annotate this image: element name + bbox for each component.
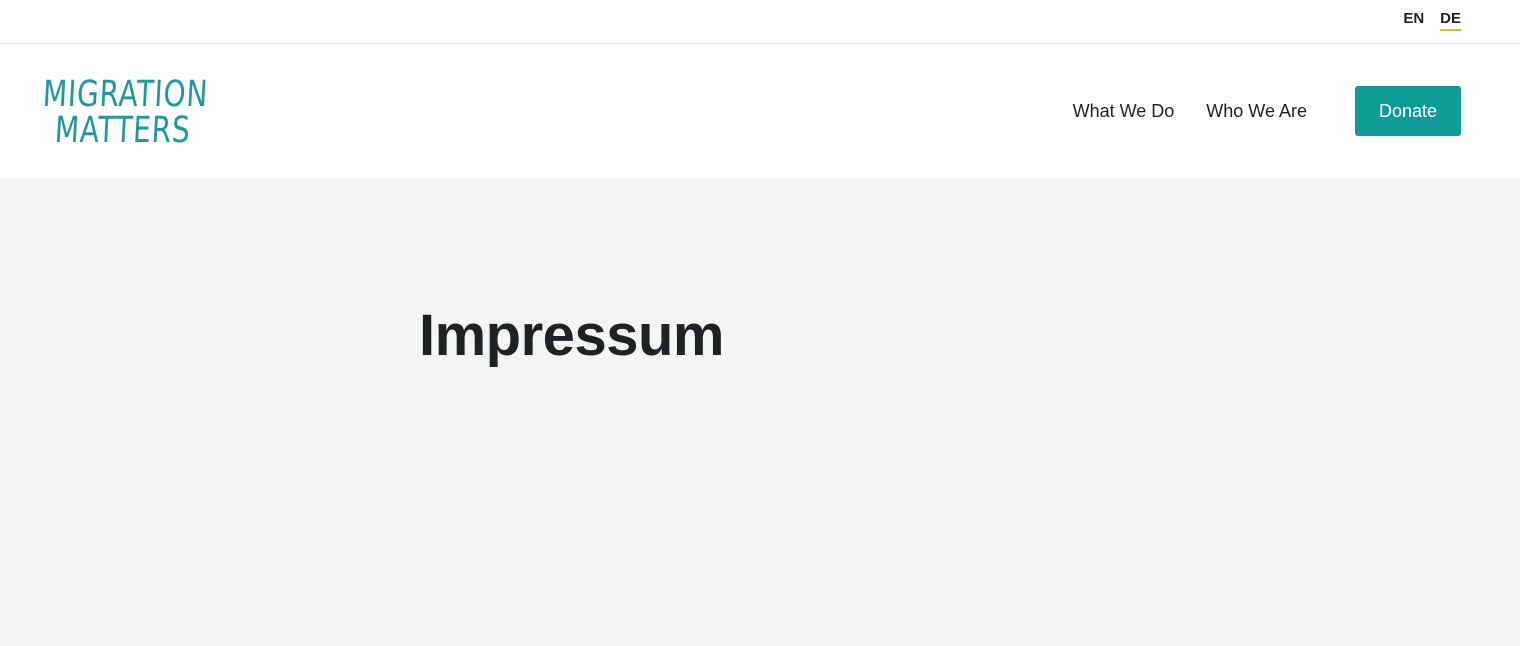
language-switcher: EN DE <box>1403 10 1461 31</box>
nav-link-what-we-do[interactable]: What We Do <box>1073 86 1175 136</box>
language-link-en[interactable]: EN <box>1403 10 1424 29</box>
language-bar: EN DE <box>0 0 1520 44</box>
migration-matters-logo[interactable]: MIGRATION MATTERS <box>41 72 224 152</box>
nav-link-who-we-are[interactable]: Who We Are <box>1206 86 1307 136</box>
logo-line-1: MIGRATION <box>41 74 210 115</box>
logo-line-2: MATTERS <box>53 110 192 151</box>
page-title: Impressum <box>419 303 724 368</box>
site-header: MIGRATION MATTERS What We Do Who We Are … <box>0 44 1520 179</box>
main-content: Impressum <box>0 179 1520 646</box>
language-link-de[interactable]: DE <box>1440 10 1461 31</box>
donate-button[interactable]: Donate <box>1355 86 1461 136</box>
main-navigation: What We Do Who We Are Donate <box>1073 86 1461 136</box>
